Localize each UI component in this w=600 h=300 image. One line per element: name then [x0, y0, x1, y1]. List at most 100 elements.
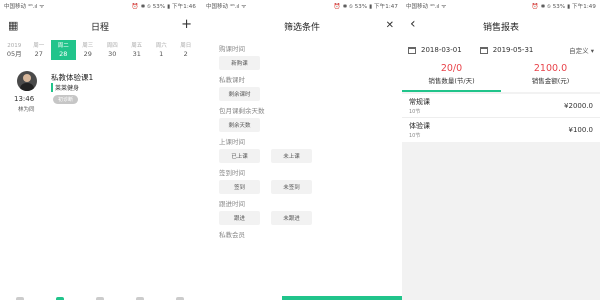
event-time: 13:46	[14, 95, 35, 103]
week-day-label: 周五	[131, 43, 143, 49]
filter-section: 私教课时 剩余课时	[202, 74, 402, 101]
sales-report-screen: 中国移动 ⁴ᴳ.ıl ᯤ ⏰ ✱ ⦸ 53% ▮ 下午1:49 ‹ 销售报表 2…	[402, 0, 600, 300]
filter-section-label: 跟进时间	[219, 200, 245, 208]
status-right: ⏰ ✱ ⦸ 53% ▮ 下午1:46	[131, 3, 196, 10]
filter-section-label: 购课时间	[219, 45, 245, 53]
week-day-label: 周三	[82, 43, 94, 49]
filter-section: 私教会员	[202, 229, 402, 239]
page-title: 销售报表	[482, 22, 519, 33]
report-header: ‹ 销售报表	[402, 12, 600, 40]
week-day[interactable]: 周五 31	[125, 40, 150, 60]
week-day-label: 周四	[106, 43, 118, 49]
filter-options: 已上课 未上课	[219, 149, 402, 163]
filter-option[interactable]: 未跟进	[271, 211, 312, 225]
gym-name: 莱莱健身	[51, 83, 79, 92]
filter-section-label: 签到时间	[219, 169, 245, 177]
stat-tab[interactable]: 2100.0 销售金额(元)	[501, 60, 600, 92]
stat-value: 20/0	[440, 63, 463, 74]
start-date[interactable]: 2018-03-01	[421, 46, 462, 54]
filter-section-label: 私教课时	[219, 76, 245, 84]
week-day-label: 2019	[7, 43, 22, 49]
filter-option[interactable]: 新购课	[219, 56, 260, 70]
filter-section-label: 包月课剩余天数	[219, 107, 265, 115]
status-bar: 中国移动 ⁴ᴳ.ıl ᯤ ⏰ ✱ ⦸ 53% ▮ 下午1:46	[0, 0, 200, 12]
list-item[interactable]: 常规课 10节 ¥2000.0	[402, 94, 600, 118]
filter-section: 购课时间 新购课	[202, 43, 402, 70]
custom-range-dropdown[interactable]: 自定义 ▾	[569, 45, 594, 55]
filter-option[interactable]: 未上课	[271, 149, 312, 163]
apply-button[interactable]	[282, 296, 402, 300]
date-range: 2018-03-01 2019-05-31 自定义 ▾	[402, 40, 600, 60]
week-day-label: 周日	[180, 43, 192, 49]
week-day-number: 28	[59, 50, 68, 58]
carrier-text: 中国移动 ⁴ᴳ.ıl ᯤ	[4, 4, 45, 10]
week-day[interactable]: 周三 29	[76, 40, 101, 60]
week-day-number: 27	[34, 50, 43, 58]
course-count: 10节	[409, 109, 421, 115]
calendar-icon	[479, 46, 488, 54]
status-badge: 初诊断	[53, 95, 79, 104]
filter-options: 新购课	[219, 56, 402, 70]
week-day-number: 05月	[6, 50, 22, 58]
week-strip: 2019 05月 周一 27 周二 28 周三 29 周四 30 周五 31 周六 1 周日 2	[0, 40, 200, 60]
sales-list: 常规课 10节 ¥2000.0 体验课 10节 ¥100.0	[402, 94, 600, 142]
course-name: 常规课	[409, 98, 430, 106]
status-bar: 中国移动 ⁴ᴳ.ıl ᯤ ⏰ ✱ ⦸ 53% ▮ 下午1:47	[202, 0, 402, 12]
week-day-number: 1	[159, 50, 164, 58]
week-day[interactable]: 周二 28	[51, 40, 76, 60]
filter-option[interactable]: 签到	[219, 180, 260, 194]
filter-option[interactable]: 已上课	[219, 149, 260, 163]
page-title: 筛选条件	[283, 22, 320, 33]
filter-options: 剩余天数	[219, 118, 402, 132]
week-day[interactable]: 周日 2	[174, 40, 199, 60]
end-date[interactable]: 2019-05-31	[493, 46, 534, 54]
filter-screen: 中国移动 ⁴ᴳ.ıl ᯤ ⏰ ✱ ⦸ 53% ▮ 下午1:47 筛选条件 ✕ 购…	[202, 0, 402, 300]
close-icon[interactable]: ✕	[386, 20, 394, 31]
filter-options: 签到 未签到	[219, 180, 402, 194]
filter-options: 剩余课时	[219, 87, 402, 101]
week-day[interactable]: 周一 27	[27, 40, 52, 60]
week-day[interactable]: 周六 1	[149, 40, 174, 60]
week-day-number: 30	[108, 50, 117, 58]
week-day-label: 周一	[33, 43, 45, 49]
week-day[interactable]: 2019 05月	[2, 40, 27, 60]
bottom-tab-bar	[0, 294, 200, 300]
course-count: 10节	[409, 133, 421, 139]
page-title: 日程	[90, 22, 109, 33]
week-day-number: 29	[83, 50, 92, 58]
carrier-text: 中国移动 ⁴ᴳ.ıl ᯤ	[406, 4, 447, 10]
week-day[interactable]: 周四 30	[100, 40, 125, 60]
filter-option[interactable]: 跟进	[219, 211, 260, 225]
status-right: ⏰ ✱ ⦸ 53% ▮ 下午1:47	[333, 3, 398, 10]
sales-stats: 20/0 销售数量(节/天) 2100.0 销售金额(元)	[402, 60, 600, 92]
week-day-label: 周二	[57, 43, 69, 49]
filter-option[interactable]: 未签到	[271, 180, 312, 194]
week-day-number: 31	[132, 50, 141, 58]
filter-section-label: 上课时间	[219, 138, 245, 146]
filter-section: 包月课剩余天数剩余天数	[202, 105, 402, 132]
course-amount: ¥100.0	[568, 126, 594, 134]
course-amount: ¥2000.0	[564, 102, 593, 110]
report-header-area: 中国移动 ⁴ᴳ.ıl ᯤ ⏰ ✱ ⦸ 53% ▮ 下午1:49 ‹ 销售报表 2…	[402, 0, 600, 60]
schedule-screen: 中国移动 ⁴ᴳ.ıl ᯤ ⏰ ✱ ⦸ 53% ▮ 下午1:46 ▦ 日程 + 2…	[0, 0, 200, 300]
week-day-number: 2	[183, 50, 188, 58]
filter-option[interactable]: 剩余课时	[219, 87, 260, 101]
course-name: 体验课	[409, 122, 430, 130]
week-day-label: 周六	[155, 43, 167, 49]
status-right: ⏰ ✱ ⦸ 53% ▮ 下午1:49	[531, 3, 596, 10]
schedule-event-card[interactable]: 13:46 林为同 私教体验课1 莱莱健身 初诊断	[0, 60, 200, 120]
filter-option[interactable]: 剩余天数	[219, 118, 260, 132]
event-title: 私教体验课1	[51, 73, 94, 82]
back-icon[interactable]: ‹	[410, 16, 416, 32]
stat-label: 销售数量(节/天)	[428, 77, 475, 85]
calendar-icon[interactable]: ▦	[8, 19, 18, 32]
list-item[interactable]: 体验课 10节 ¥100.0	[402, 118, 600, 142]
plus-icon[interactable]: +	[181, 17, 192, 32]
filter-header: 筛选条件 ✕	[202, 12, 402, 40]
filter-options: 跟进 未跟进	[219, 211, 402, 225]
stat-tab[interactable]: 20/0 销售数量(节/天)	[402, 60, 501, 92]
status-bar: 中国移动 ⁴ᴳ.ıl ᯤ ⏰ ✱ ⦸ 53% ▮ 下午1:49	[402, 0, 600, 12]
calendar-icon	[408, 46, 416, 54]
avatar	[17, 71, 37, 91]
carrier-text: 中国移动 ⁴ᴳ.ıl ᯤ	[206, 4, 247, 10]
